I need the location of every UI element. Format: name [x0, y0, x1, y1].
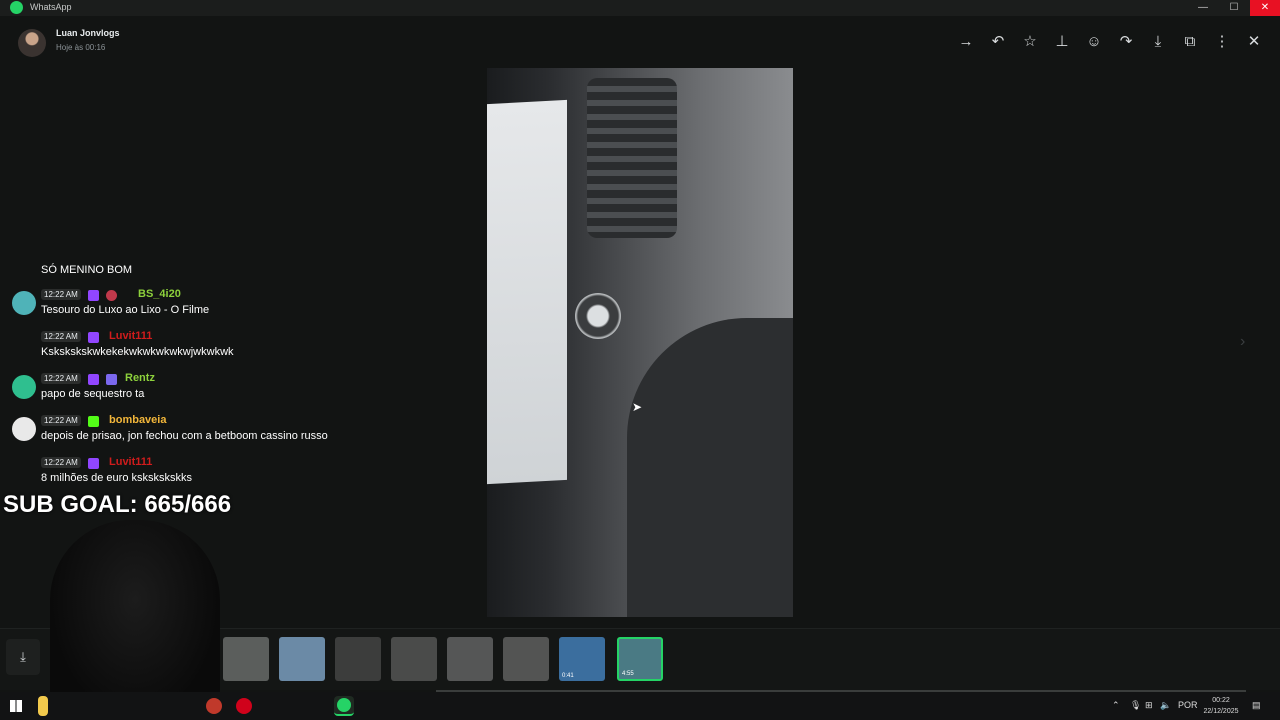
streamer-chair-overlay: [50, 520, 220, 720]
chat-time: 12:22 AM: [41, 373, 81, 384]
opera-icon[interactable]: [236, 698, 252, 714]
chat-username: BS_4i20: [138, 288, 181, 300]
heart-badge-icon: [106, 290, 117, 301]
video-player[interactable]: [487, 68, 793, 617]
microphone-icon[interactable]: 🎙: [1130, 700, 1141, 711]
close-viewer-icon[interactable]: ✕: [1244, 32, 1264, 52]
chat-time: 12:22 AM: [41, 289, 81, 300]
reply-icon[interactable]: ↶: [988, 32, 1008, 52]
car-knob: [575, 293, 621, 339]
chat-time: 12:22 AM: [41, 331, 81, 342]
browser-icon[interactable]: [206, 698, 222, 714]
video-duration: 0:41: [562, 673, 574, 679]
windows-taskbar: ⌃ 🎙 ⊞ 🔈 POR 00:22 22/12/2025 ▤: [0, 692, 1280, 720]
chat-message: 12:22 AM bombaveia depois de prisao, jon…: [0, 413, 420, 455]
media-thumbnail[interactable]: 0:41: [559, 637, 605, 681]
open-external-icon[interactable]: ⧉: [1180, 32, 1200, 52]
media-thumbnail[interactable]: [503, 637, 549, 681]
sender-name: Luan Jonvlogs: [56, 28, 120, 38]
download-icon[interactable]: ⤓: [6, 639, 40, 675]
kick-badge-icon: [88, 416, 99, 427]
chat-username: bombaveia: [109, 414, 167, 426]
system-clock[interactable]: 00:22 22/12/2025: [1200, 695, 1242, 717]
chat-message: 12:22 AM BS_4i20 Tesouro do Luxo ao Lixo…: [0, 287, 420, 329]
chat-overlay-partial-line: SÓ MENINO BOM: [41, 264, 133, 276]
chat-time: 12:22 AM: [41, 457, 81, 468]
whatsapp-logo-icon: [337, 698, 351, 712]
app-title: WhatsApp: [30, 2, 72, 12]
emoji-react-icon[interactable]: ☺: [1084, 32, 1104, 52]
chat-avatar: [12, 375, 36, 399]
media-thumbnail[interactable]: [335, 637, 381, 681]
language-indicator[interactable]: POR: [1178, 700, 1198, 710]
file-explorer-icon[interactable]: [38, 696, 48, 716]
chat-username: Luvit111: [109, 456, 153, 468]
chat-avatar: [12, 291, 36, 315]
clock-date: 22/12/2025: [1203, 708, 1239, 715]
media-thumbnail[interactable]: [223, 637, 269, 681]
windows-start-icon[interactable]: [10, 700, 22, 712]
chat-text: depois de prisao, jon fechou com a betbo…: [41, 430, 328, 442]
chat-text: Kskskskskwkekekwkwkwkwkwjwkwkwk: [41, 346, 234, 358]
next-media-chevron-icon[interactable]: ›: [1240, 333, 1245, 351]
car-dashboard: [627, 318, 793, 617]
window-close-button[interactable]: ✕: [1250, 0, 1280, 16]
media-viewer-header: Luan Jonvlogs Hoje às 00:16 → ↶ ☆ ⊥ ☺ ↷ …: [0, 22, 1280, 62]
clock-time: 00:22: [1212, 697, 1230, 704]
chat-username: Rentz: [125, 372, 155, 384]
go-to-message-icon[interactable]: →: [956, 32, 976, 52]
network-icon[interactable]: ⊞: [1145, 700, 1153, 711]
chat-message: 12:22 AM Rentz papo de sequestro ta: [0, 371, 420, 413]
pin-icon[interactable]: ⊥: [1052, 32, 1072, 52]
sender-avatar[interactable]: [18, 29, 46, 57]
twitch-badge-icon: [88, 374, 99, 385]
media-thumbnail[interactable]: [447, 637, 493, 681]
chat-time: 12:22 AM: [41, 415, 81, 426]
whatsapp-logo-icon: [10, 1, 23, 14]
chat-username: Luvit111: [109, 330, 153, 342]
twitch-badge-icon: [88, 458, 99, 469]
twitch-badge-icon: [88, 290, 99, 301]
video-duration: 4:55: [622, 671, 634, 677]
prime-badge-icon: [106, 374, 117, 385]
chat-text: papo de sequestro ta: [41, 388, 145, 400]
minimize-button[interactable]: —: [1188, 0, 1218, 16]
maximize-button[interactable]: ☐: [1219, 0, 1249, 16]
notifications-icon[interactable]: ▤: [1252, 700, 1261, 711]
forward-icon[interactable]: ↷: [1116, 32, 1136, 52]
more-options-icon[interactable]: ⋮: [1212, 32, 1232, 52]
volume-icon[interactable]: 🔈: [1160, 700, 1171, 711]
chat-avatar: [12, 417, 36, 441]
car-infotainment-screen: [487, 99, 567, 485]
chat-message: 12:22 AM Luvit111 Kskskskskwkekekwkwkwkw…: [0, 329, 420, 371]
twitch-badge-icon: [88, 332, 99, 343]
download-icon[interactable]: ⤓: [1148, 32, 1168, 52]
sub-goal-overlay: SUB GOAL: 665/666: [3, 491, 232, 518]
mouse-cursor-icon: ➤: [632, 400, 643, 414]
whatsapp-taskbar-icon[interactable]: [334, 696, 354, 716]
chat-text: 8 milhões de euro kskskskskks: [41, 472, 192, 484]
media-thumbnail-selected[interactable]: 4:55: [617, 637, 663, 681]
message-timestamp: Hoje às 00:16: [56, 43, 106, 52]
media-thumbnail[interactable]: [391, 637, 437, 681]
star-icon[interactable]: ☆: [1020, 32, 1040, 52]
car-air-vent: [587, 78, 677, 238]
stream-chat-overlay: 12:22 AM BS_4i20 Tesouro do Luxo ao Lixo…: [0, 287, 420, 497]
chat-text: Tesouro do Luxo ao Lixo - O Filme: [41, 304, 210, 316]
tray-chevron-icon[interactable]: ⌃: [1112, 700, 1120, 711]
media-thumbnail[interactable]: [279, 637, 325, 681]
window-titlebar: WhatsApp — ☐ ✕: [0, 0, 1280, 16]
